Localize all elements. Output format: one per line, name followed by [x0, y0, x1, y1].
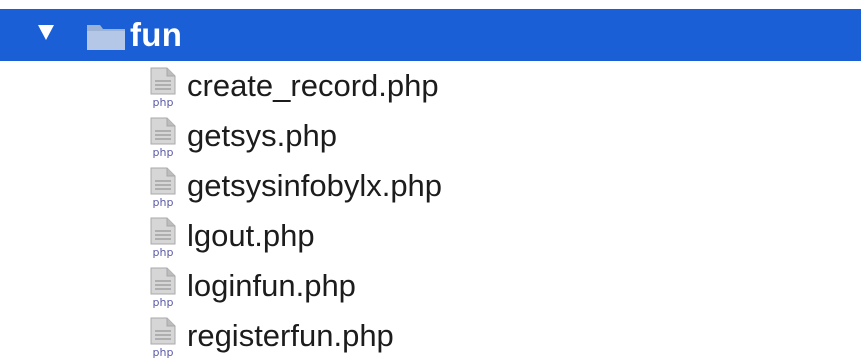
php-badge: php [153, 246, 174, 258]
file-label: getsysinfobylx.php [187, 168, 443, 203]
file-row-registerfun[interactable]: php registerfun.php [0, 311, 861, 360]
file-row-getsysinfobylx[interactable]: php getsysinfobylx.php [0, 161, 861, 211]
file-row-create-record[interactable]: php create_record.php [0, 61, 861, 111]
file-row-getsys[interactable]: php getsys.php [0, 111, 861, 161]
php-badge: php [153, 146, 174, 158]
folder-row-fun[interactable]: fun [0, 9, 861, 61]
php-badge: php [153, 96, 174, 108]
php-file-icon: php [150, 217, 176, 258]
folder-icon [87, 25, 125, 50]
file-label: loginfun.php [187, 268, 356, 303]
file-list: php create_record.php php getsys.php php… [0, 61, 861, 360]
php-file-icon: php [150, 67, 176, 108]
file-row-lgout[interactable]: php lgout.php [0, 211, 861, 261]
php-file-icon: php [150, 267, 176, 308]
file-row-loginfun[interactable]: php loginfun.php [0, 261, 861, 311]
php-file-icon: php [150, 117, 176, 158]
triangle-down-icon[interactable] [38, 25, 54, 40]
php-badge: php [153, 196, 174, 208]
php-badge: php [153, 296, 174, 308]
folder-label: fun [130, 16, 183, 53]
php-file-icon: php [150, 167, 176, 208]
file-tree: fun php create_record.php php getsys.php… [0, 0, 861, 360]
php-badge: php [153, 346, 174, 358]
file-label: create_record.php [187, 68, 439, 103]
file-label: lgout.php [187, 218, 315, 253]
file-label: registerfun.php [187, 318, 394, 353]
file-label: getsys.php [187, 118, 337, 153]
php-file-icon: php [150, 317, 176, 358]
